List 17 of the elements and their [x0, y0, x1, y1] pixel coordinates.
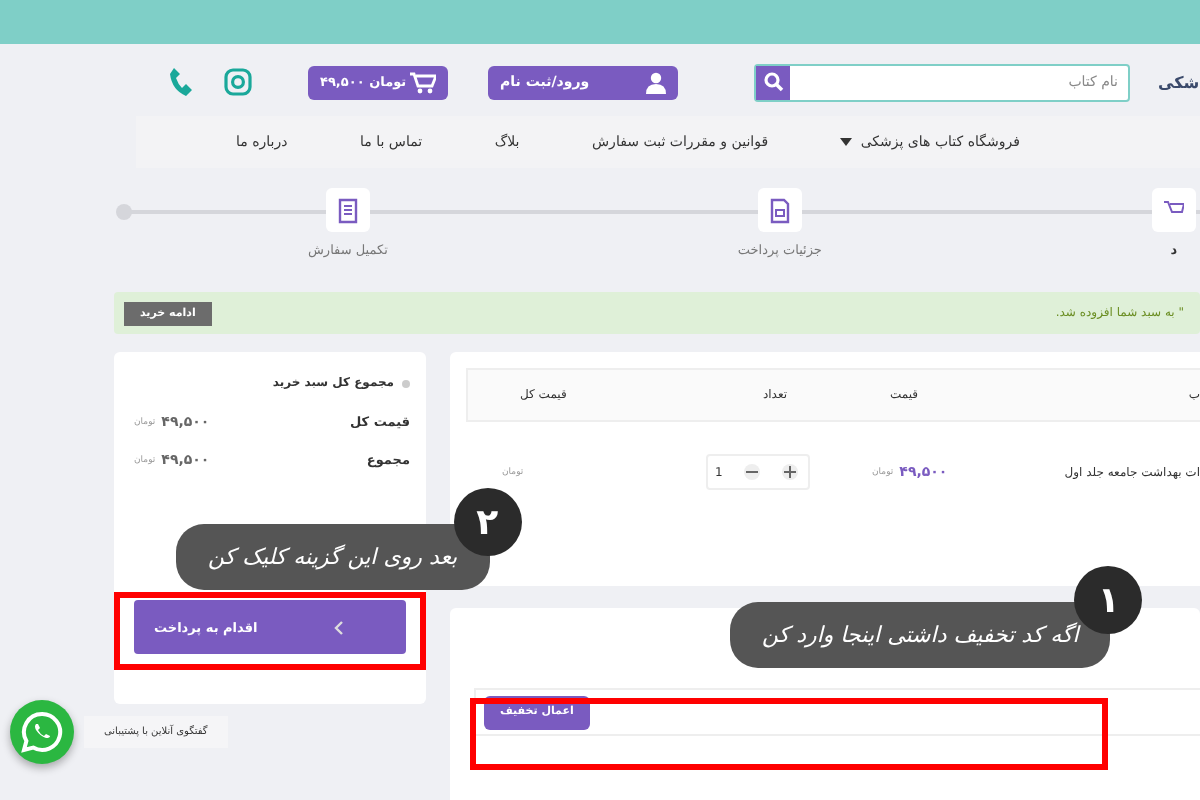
chevron-icon [333, 619, 344, 635]
minus-icon [746, 466, 759, 478]
instagram-icon[interactable] [224, 68, 252, 96]
caret-icon [840, 138, 853, 146]
plus-icon [784, 466, 797, 478]
plus-button[interactable] [782, 464, 799, 480]
cart-icon [410, 71, 436, 93]
chat-bubble-icon [20, 710, 64, 754]
site-name: شکی [1158, 73, 1200, 91]
phone-icon[interactable] [168, 66, 192, 98]
whatsapp-button[interactable] [10, 700, 74, 764]
minus-button[interactable] [744, 464, 761, 480]
search-icon [763, 72, 783, 92]
bullet-icon [402, 379, 410, 387]
receipt-icon [337, 197, 358, 223]
document-icon [769, 197, 790, 223]
user-icon [646, 71, 666, 93]
